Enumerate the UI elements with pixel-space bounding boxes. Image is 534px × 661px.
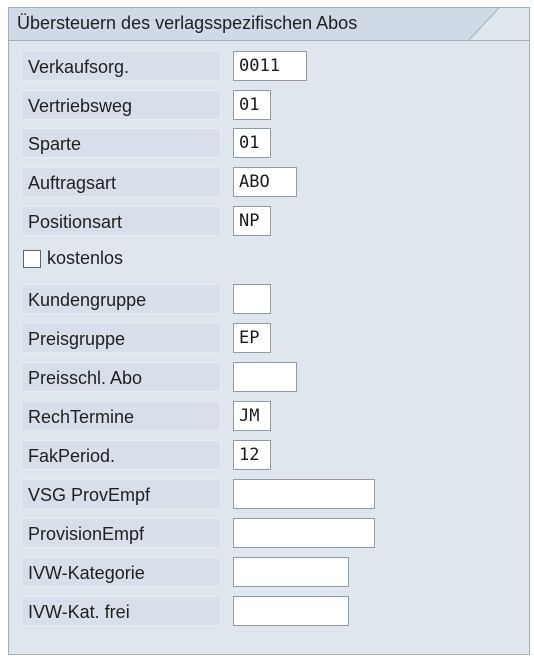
form-panel: Übersteuern des verlagsspezifischen Abos… bbox=[8, 7, 530, 655]
panel-tab: Übersteuern des verlagsspezifischen Abos bbox=[9, 8, 499, 40]
field-label: RechTermine bbox=[21, 401, 221, 431]
rechtermine-input[interactable]: JM bbox=[233, 401, 271, 431]
panel-title: Übersteuern des verlagsspezifischen Abos bbox=[9, 8, 469, 40]
auftragsart-input[interactable]: ABO bbox=[233, 167, 297, 197]
field-label: ProvisionEmpf bbox=[21, 518, 221, 548]
sparte-input[interactable]: 01 bbox=[233, 128, 271, 158]
field-label: FakPeriod. bbox=[21, 440, 221, 470]
field-label: VSG ProvEmpf bbox=[21, 479, 221, 509]
vsg-provempf-input[interactable] bbox=[233, 479, 375, 509]
field-label: Sparte bbox=[21, 128, 221, 158]
fakperiod-input[interactable]: 12 bbox=[233, 440, 271, 470]
ivw-kat-frei-input[interactable] bbox=[233, 596, 349, 626]
kundengruppe-input[interactable] bbox=[233, 284, 271, 314]
tab-divider bbox=[9, 40, 529, 41]
preisgruppe-input[interactable]: EP bbox=[233, 323, 271, 353]
field-label: Preisschl. Abo bbox=[21, 362, 221, 392]
provisionempf-input[interactable] bbox=[233, 518, 375, 548]
tab-slant-decoration bbox=[469, 8, 499, 40]
preisschl-abo-input[interactable] bbox=[233, 362, 297, 392]
ivw-kategorie-input[interactable] bbox=[233, 557, 349, 587]
field-label: Preisgruppe bbox=[21, 323, 221, 353]
field-label: Vertriebsweg bbox=[21, 90, 221, 120]
vertriebsweg-input[interactable]: 01 bbox=[233, 90, 271, 120]
field-label: Kundengruppe bbox=[21, 284, 221, 314]
kostenlos-checkbox[interactable] bbox=[23, 250, 41, 268]
field-label: IVW-Kategorie bbox=[21, 557, 221, 587]
field-label: Positionsart bbox=[21, 206, 221, 236]
field-label: IVW-Kat. frei bbox=[21, 596, 221, 626]
kostenlos-label: kostenlos bbox=[47, 248, 124, 268]
field-label: Verkaufsorg. bbox=[21, 51, 221, 81]
verkaufsorg-input[interactable]: 0011 bbox=[233, 51, 307, 81]
field-label: Auftragsart bbox=[21, 167, 221, 197]
positionsart-input[interactable]: NP bbox=[233, 206, 271, 236]
